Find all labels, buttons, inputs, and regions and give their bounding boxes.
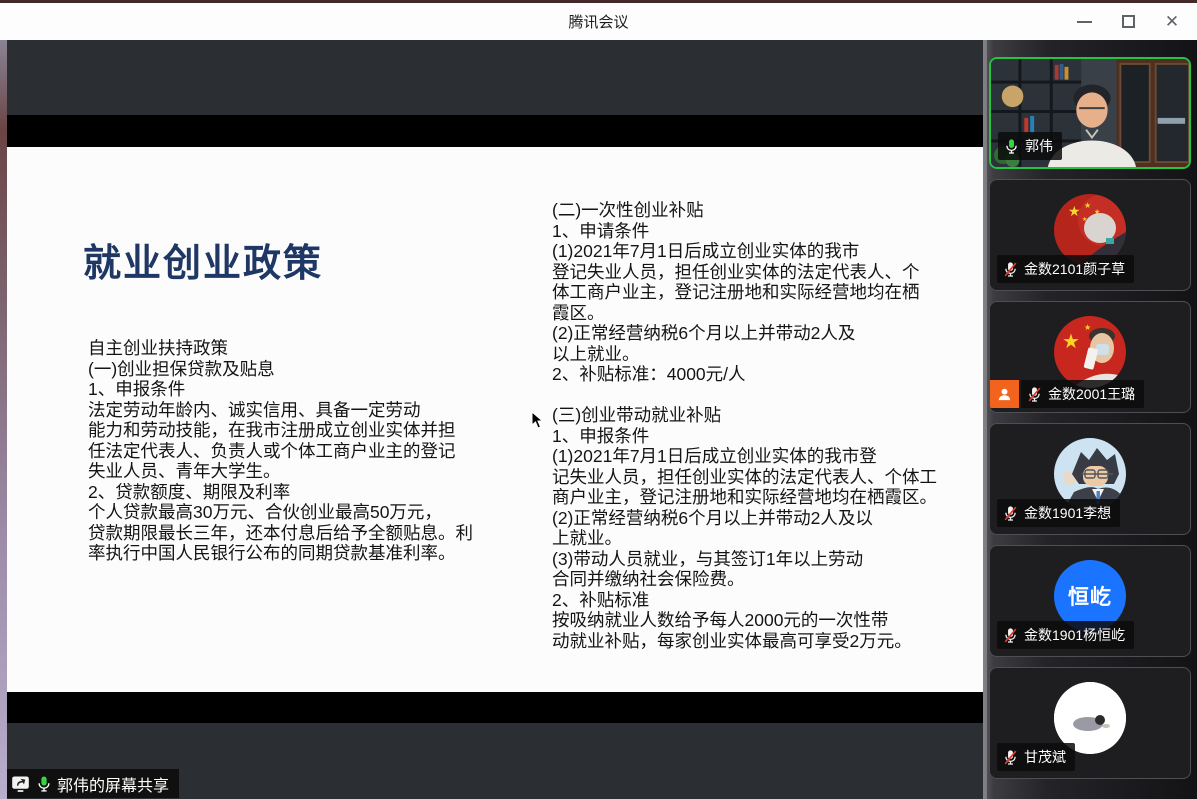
participant-tile-guowei[interactable]: 郭伟 xyxy=(989,57,1191,169)
maximize-icon xyxy=(1122,15,1135,28)
participant-tile-lixiang[interactable]: 金数1901李想 xyxy=(989,423,1191,535)
slide-text-line: (2)正常经营纳税6个月以上并带动2人及 xyxy=(552,323,982,344)
mic-on-icon xyxy=(1003,138,1020,155)
window-title: 腾讯会议 xyxy=(568,11,628,32)
svg-text:★: ★ xyxy=(1068,203,1081,219)
slide-text-line: (一)创业担保贷款及贴息 xyxy=(88,359,538,380)
participant-tile-yanzicao[interactable]: ★ ★ ★ ★ 金数2101颜子草 xyxy=(989,179,1191,291)
slide-text-line: (三)创业带动就业补贴 xyxy=(552,405,982,426)
mic-muted-icon xyxy=(1002,261,1019,278)
svg-text:★: ★ xyxy=(1062,331,1080,353)
slide-text-line: 率执行中国人民银行公布的同期贷款基准利率。 xyxy=(88,543,538,564)
tencent-meeting-window: 腾讯会议 ✕ 就业创业政策 自主创业扶持政策(一)创业担保贷款及贴息1、申报条件… xyxy=(0,0,1197,799)
participant-name: 金数2101颜子草 xyxy=(1024,259,1125,279)
slide-text-line: 上就业。 xyxy=(552,528,982,549)
slide-text-line: 1、申报条件 xyxy=(552,426,982,447)
sidebar-scrollbar[interactable] xyxy=(983,40,987,799)
window-controls: ✕ xyxy=(1069,3,1187,40)
slide-text-line: 法定劳动年龄内、诚实信用、具备一定劳动 xyxy=(88,400,538,421)
participant-nametag: 金数2101颜子草 xyxy=(997,255,1134,283)
screen-share-banner: 郭伟的屏幕共享 xyxy=(7,769,179,798)
participant-name: 郭伟 xyxy=(1025,136,1053,156)
slide-text-line: 自主创业扶持政策 xyxy=(88,338,538,359)
person-icon xyxy=(996,386,1013,403)
slide-text-line: 霞区。 xyxy=(552,303,982,324)
participant-nametag: 金数1901李想 xyxy=(997,499,1120,527)
slide-text-line: (二)一次性创业补贴 xyxy=(552,200,982,221)
slide-text-line: 2、补贴标准：4000元/人 xyxy=(552,364,982,385)
mouse-cursor xyxy=(531,411,545,429)
participant-badges: 金数2001王璐 xyxy=(990,380,1144,408)
svg-text:★: ★ xyxy=(1084,323,1091,332)
participant-avatar: ★ ★ ★ xyxy=(1054,316,1126,388)
participant-name: 金数1901杨恒屹 xyxy=(1024,625,1125,645)
slide-right-column: (二)一次性创业补贴1、申请条件(1)2021年7月1日后成立创业实体的我市登记… xyxy=(552,200,982,651)
screen-share-icon xyxy=(10,773,31,794)
slide-text-line: 以上就业。 xyxy=(552,344,982,365)
mic-muted-icon xyxy=(1002,749,1019,766)
presentation-slide: 就业创业政策 自主创业扶持政策(一)创业担保贷款及贴息1、申报条件法定劳动年龄内… xyxy=(7,147,983,692)
screen-share-label: 郭伟的屏幕共享 xyxy=(57,772,169,796)
slide-text-line: (3)带动人员就业，与其签订1年以上劳动 xyxy=(552,549,982,570)
slide-text-line xyxy=(552,385,982,406)
slide-text-line: (2)正常经营纳税6个月以上并带动2人及以 xyxy=(552,508,982,529)
minimize-icon xyxy=(1077,21,1092,23)
participant-nametag: 甘茂斌 xyxy=(997,743,1075,771)
mic-muted-icon xyxy=(1002,505,1019,522)
slide-text-line: 失业人员、青年大学生。 xyxy=(88,461,538,482)
participant-tile-wanglu[interactable]: ★ ★ ★ xyxy=(989,301,1191,413)
mic-on-icon xyxy=(35,775,53,793)
close-button[interactable]: ✕ xyxy=(1157,7,1187,37)
member-badge xyxy=(990,380,1019,408)
slide-text-line: 个人贷款最高30万元、合伙创业最高50万元， xyxy=(88,502,538,523)
slide-letterbox-top xyxy=(7,115,983,147)
slide-text-line: 贷款期限最长三年，还本付息后给予全额贴息。利 xyxy=(88,523,538,544)
close-icon: ✕ xyxy=(1165,13,1179,30)
participant-nametag: 金数1901杨恒屹 xyxy=(997,621,1134,649)
slide-text-line: 记失业人员，担任创业实体的法定代表人、个体工 xyxy=(552,467,982,488)
participant-tile-yanghengyi[interactable]: 恒屹 金数1901杨恒屹 xyxy=(989,545,1191,657)
svg-text:★: ★ xyxy=(1084,201,1091,210)
slide-text-line: 2、贷款额度、期限及利率 xyxy=(88,482,538,503)
participant-name: 金数2001王璐 xyxy=(1048,384,1135,404)
slide-text-line: 1、申请条件 xyxy=(552,221,982,242)
slide-letterbox-bottom xyxy=(7,692,983,723)
participant-tile-ganmaobin[interactable]: 甘茂斌 xyxy=(989,667,1191,779)
maximize-button[interactable] xyxy=(1113,7,1143,37)
window-titlebar: 腾讯会议 ✕ xyxy=(0,3,1197,40)
shared-screen-edge xyxy=(0,40,7,799)
slide-text-line: 2、补贴标准 xyxy=(552,590,982,611)
slide-text-line: 能力和劳动技能，在我市注册成立创业实体并担 xyxy=(88,420,538,441)
slide-text-line: 合同并缴纳社会保险费。 xyxy=(552,569,982,590)
participants-sidebar: 郭伟 ★ ★ ★ ★ xyxy=(983,40,1197,799)
slide-text-line: 按吸纳就业人数给予每人2000元的一次性带 xyxy=(552,610,982,631)
slide-text-line: (1)2021年7月1日后成立创业实体的我市登 xyxy=(552,446,982,467)
slide-text-line: 动就业补贴，每家创业实体最高可享受2万元。 xyxy=(552,631,982,652)
participant-nametag: 郭伟 xyxy=(998,132,1062,160)
mic-muted-icon xyxy=(1002,627,1019,644)
slide-text-line: 登记失业人员，担任创业实体的法定代表人、个 xyxy=(552,262,982,283)
slide-text-line: 1、申报条件 xyxy=(88,379,538,400)
slide-text-line: 商户业主，登记注册地和实际经营地均在栖霞区。 xyxy=(552,487,982,508)
slide-left-column: 自主创业扶持政策(一)创业担保贷款及贴息1、申报条件法定劳动年龄内、诚实信用、具… xyxy=(88,338,538,564)
slide-title: 就业创业政策 xyxy=(83,232,323,287)
participant-name: 甘茂斌 xyxy=(1024,747,1066,767)
slide-text-line: 体工商户业主，登记注册地和实际经营地均在栖 xyxy=(552,282,982,303)
shared-screen-view: 就业创业政策 自主创业扶持政策(一)创业担保贷款及贴息1、申报条件法定劳动年龄内… xyxy=(7,40,983,799)
participant-nametag: 金数2001王璐 xyxy=(1021,380,1144,408)
mic-muted-icon xyxy=(1026,386,1043,403)
minimize-button[interactable] xyxy=(1069,7,1099,37)
slide-text-line: (1)2021年7月1日后成立创业实体的我市 xyxy=(552,241,982,262)
participant-name: 金数1901李想 xyxy=(1024,503,1111,523)
slide-text-line: 任法定代表人、负责人或个体工商户业主的登记 xyxy=(88,441,538,462)
